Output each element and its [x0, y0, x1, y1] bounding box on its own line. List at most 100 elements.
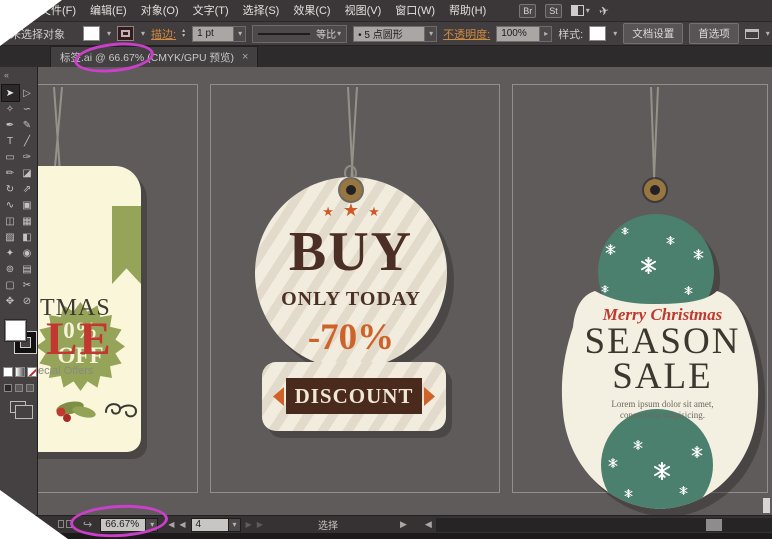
artboard-number-field[interactable]: 4 [190, 517, 229, 532]
artboard-tool[interactable]: ▢ [2, 277, 19, 293]
stroke-weight-dropdown[interactable]: ▾ [234, 25, 247, 42]
fill-stroke-indicator[interactable] [5, 320, 36, 358]
curvature-tool[interactable]: ✎ [19, 117, 36, 133]
line-segment-tool[interactable]: ╱ [19, 133, 36, 149]
pencil-tool[interactable]: ✏ [2, 165, 19, 181]
zoom-tool[interactable]: ⊘ [19, 293, 36, 309]
profile-label: 等比 [316, 30, 337, 41]
horizontal-scrollbar[interactable] [436, 518, 772, 532]
left-tag-artwork[interactable]: 0% OFF TMAS LE ecial Offers [22, 166, 141, 452]
color-button[interactable] [3, 367, 13, 377]
menu-item-7[interactable]: 窗口(W) [388, 0, 442, 22]
fill-color-swatch[interactable] [83, 26, 100, 41]
first-artboard-button[interactable]: ◀ [168, 520, 174, 529]
draw-behind-icon[interactable] [15, 384, 23, 392]
stroke-color-swatch[interactable] [117, 26, 135, 41]
lasso-tool[interactable]: ∽ [19, 101, 36, 117]
menu-items: 文件(F) 编辑(E) 对象(O) 文字(T) 选择(S) 效果(C) 视图(V) 窗口(W)… [33, 0, 493, 22]
blend-tool[interactable]: ◉ [19, 245, 36, 261]
last-artboard-button[interactable]: ▶ [257, 520, 263, 529]
tab-close-icon[interactable]: × [242, 51, 248, 63]
scroll-left-icon[interactable]: ◀ [425, 519, 432, 530]
column-graph-tool[interactable]: ▤ [19, 261, 36, 277]
middle-tag-subheadline: ONLY TODAY [281, 288, 421, 310]
rotate-tool[interactable]: ↻ [2, 181, 19, 197]
stroke-dropdown-icon[interactable]: ▾ [141, 29, 145, 38]
stroke-weight-field[interactable]: 1 pt [192, 25, 235, 42]
shape-builder-tool[interactable]: ◫ [2, 213, 19, 229]
menu-item-3[interactable]: 文字(T) [186, 0, 236, 22]
type-tool[interactable]: T [2, 133, 19, 149]
stroke-weight-stepper[interactable]: ▴ ▾ [182, 28, 185, 39]
panel-menu-caret[interactable]: ▾ [766, 29, 770, 38]
symbol-sprayer-tool[interactable]: ⊚ [2, 261, 19, 277]
eraser-tool[interactable]: ◪ [19, 165, 36, 181]
menu-item-2[interactable]: 对象(O) [134, 0, 186, 22]
bridge-button[interactable]: Br [519, 3, 537, 18]
mesh-tool[interactable]: ▨ [2, 229, 19, 245]
status-indicator-label[interactable]: 选择 [318, 517, 338, 532]
opacity-dropdown[interactable]: ▸ [540, 25, 553, 42]
discount-bar: DISCOUNT [286, 378, 422, 414]
rectangle-tool[interactable]: ▭ [2, 149, 19, 165]
right-tag-grommet-icon [644, 179, 666, 201]
stroke-panel-link[interactable]: 描边: [151, 26, 176, 42]
menu-item-5[interactable]: 效果(C) [286, 0, 337, 22]
chevron-right-icon [424, 387, 435, 406]
draw-normal-icon[interactable] [4, 384, 12, 392]
illustrator-window: 文件(F) 编辑(E) 对象(O) 文字(T) 选择(S) 效果(C) 视图(V) 窗口(W)… [0, 0, 772, 539]
canvas[interactable]: 0% OFF TMAS LE ecial Offers ★ ★ ★ BUY ONLY … [0, 67, 772, 515]
right-tag-title-line1: SEASON [584, 321, 741, 362]
left-tag-ribbon [112, 206, 141, 284]
slice-tool[interactable]: ✂ [19, 277, 36, 293]
next-artboard-button[interactable]: ▶ [246, 520, 252, 529]
magic-wand-tool[interactable]: ✧ [2, 101, 19, 117]
artboard-dropdown[interactable]: ▾ [228, 517, 241, 532]
screen-mode-icon[interactable] [10, 401, 33, 419]
selection-tool[interactable]: ➤ [0, 84, 20, 102]
panel-collapse-icon[interactable]: « [0, 67, 37, 83]
workspace-switcher-icon[interactable]: ▾ [570, 5, 590, 16]
scrollbar-thumb[interactable] [706, 519, 722, 531]
style-dropdown-icon[interactable]: ▾ [613, 29, 617, 38]
perspective-grid-tool[interactable]: ▦ [19, 213, 36, 229]
menu-item-1[interactable]: 编辑(E) [83, 0, 134, 22]
preferences-button[interactable]: 首选项 [689, 23, 739, 44]
status-expand-icon[interactable]: ▶ [400, 519, 407, 530]
star-icon: ★ [322, 204, 334, 219]
document-setup-button[interactable]: 文档设置 [623, 23, 684, 44]
menu-item-8[interactable]: 帮助(H) [442, 0, 493, 22]
hand-tool[interactable]: ✥ [2, 293, 19, 309]
fill-indicator[interactable] [5, 320, 26, 341]
snowflake-icon [653, 461, 671, 485]
previous-artboard-button[interactable]: ◀ [179, 520, 185, 529]
brush-dropdown[interactable]: ▾ [425, 25, 438, 42]
brush-select[interactable]: • 5 点圆形 [353, 25, 426, 42]
snowflake-icon [684, 282, 693, 300]
snowflake-icon [640, 256, 657, 279]
scale-tool[interactable]: ⇗ [19, 181, 36, 197]
stock-button[interactable]: St [545, 3, 562, 18]
menu-item-6[interactable]: 视图(V) [338, 0, 389, 22]
style-swatch[interactable] [589, 26, 607, 41]
width-tool[interactable]: ∿ [2, 197, 19, 213]
fill-dropdown-icon[interactable]: ▾ [107, 29, 111, 38]
snowflake-icon [691, 445, 703, 463]
opacity-link[interactable]: 不透明度: [443, 26, 490, 42]
paintbrush-tool[interactable]: ✑ [19, 149, 36, 165]
menu-item-4[interactable]: 选择(S) [236, 0, 287, 22]
gradient-button[interactable] [15, 367, 25, 377]
panel-menu-icon[interactable] [744, 28, 759, 39]
direct-selection-tool[interactable]: ▷ [19, 85, 36, 101]
free-transform-tool[interactable]: ▣ [19, 197, 36, 213]
snowflake-icon [693, 247, 704, 265]
gradient-tool[interactable]: ◧ [19, 229, 36, 245]
pen-tool[interactable]: ✒ [2, 117, 19, 133]
stroke-profile-preview [258, 32, 311, 35]
none-button[interactable] [27, 367, 37, 377]
eyedropper-tool[interactable]: ✦ [2, 245, 19, 261]
gpu-performance-icon[interactable]: ✈ [597, 3, 610, 19]
stroke-profile-select[interactable]: 等比 ▾ [252, 24, 348, 43]
opacity-field[interactable]: 100% [496, 25, 541, 42]
draw-inside-icon[interactable] [26, 384, 34, 392]
